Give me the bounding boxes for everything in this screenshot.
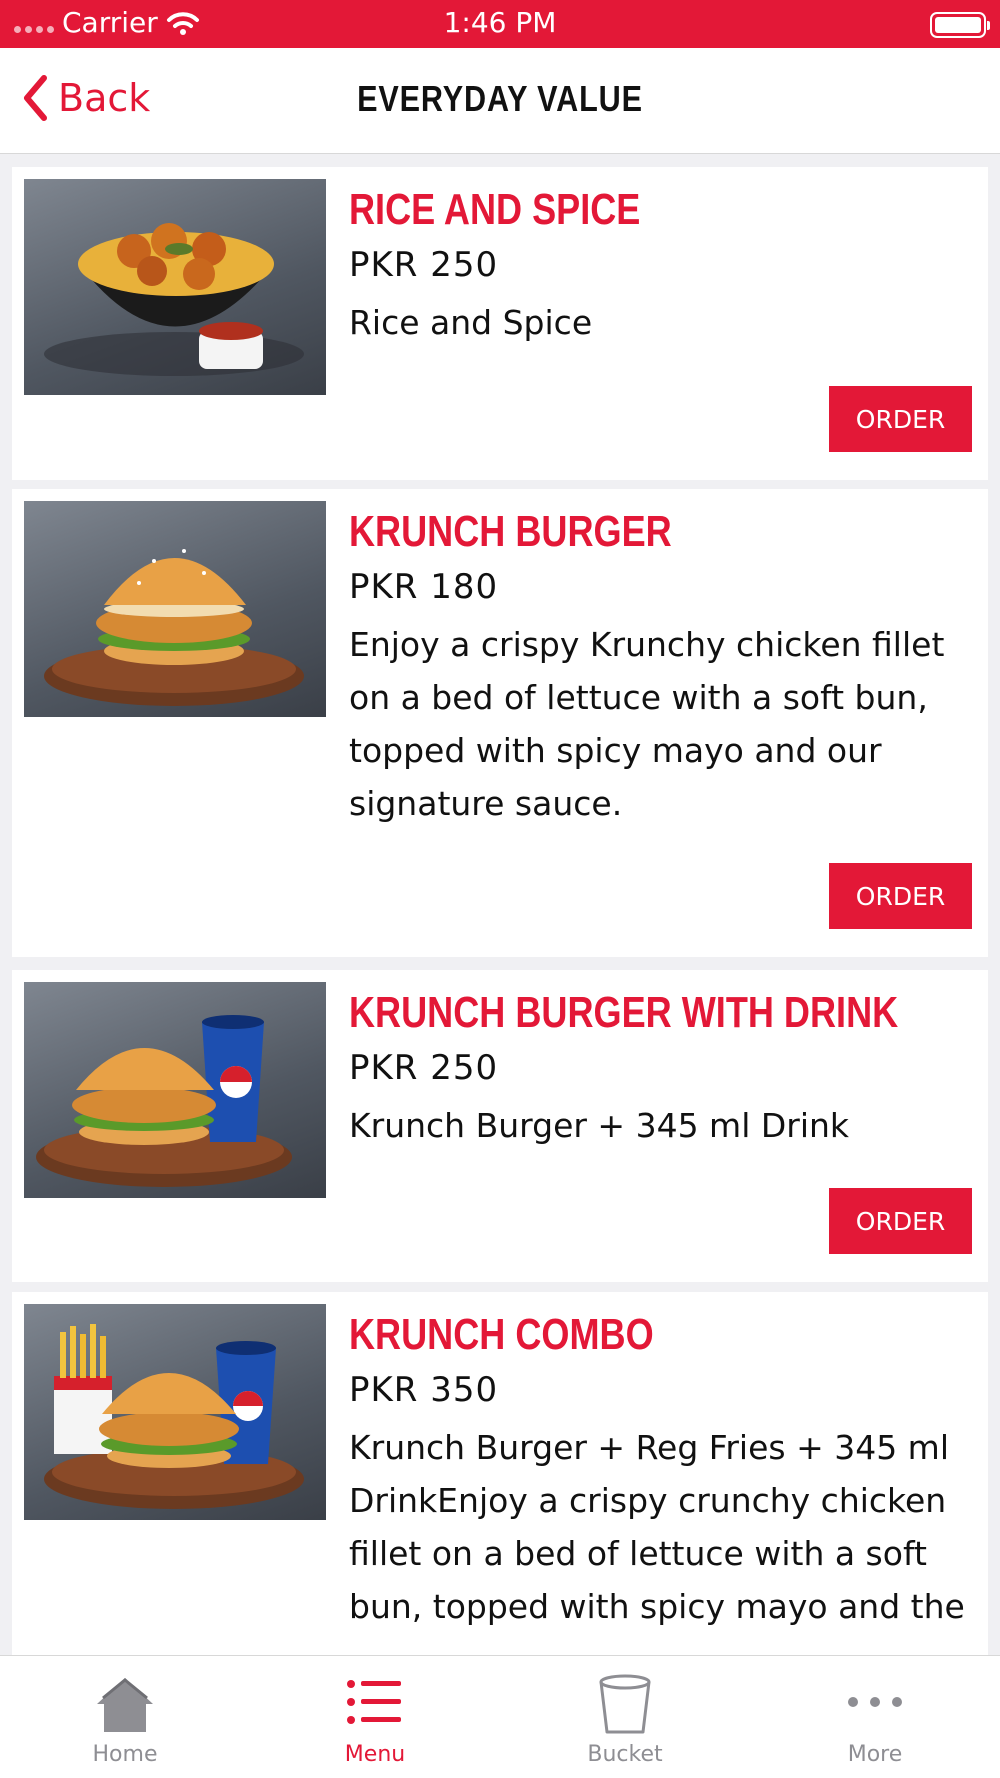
list-icon [347, 1680, 401, 1724]
menu-item-info: KRUNCH BURGER WITH DRINK PKR 250 Krunch … [349, 984, 976, 1152]
item-description: Rice and Spice [349, 303, 593, 342]
bucket-icon [599, 1674, 651, 1734]
item-price: PKR 250 [349, 245, 499, 285]
tab-label: Menu [344, 1742, 406, 1767]
item-name: KRUNCH BURGER WITH DRINK [349, 988, 899, 1037]
menu-list[interactable]: RICE AND SPICE PKR 250 Rice and Spice OR… [0, 155, 1000, 1655]
tab-label: Bucket [587, 1742, 663, 1767]
menu-item-card[interactable]: KRUNCH BURGER PKR 180 Enjoy a crispy Kru… [12, 489, 988, 957]
tab-menu[interactable]: Menu [250, 1656, 500, 1778]
house-icon [97, 1678, 153, 1732]
order-button[interactable]: ORDER [829, 386, 972, 452]
menu-item-card[interactable]: RICE AND SPICE PKR 250 Rice and Spice OR… [12, 167, 988, 480]
item-price: PKR 250 [349, 1048, 499, 1088]
order-button[interactable]: ORDER [829, 1188, 972, 1254]
battery-icon [930, 12, 990, 38]
tab-bucket[interactable]: Bucket [500, 1656, 750, 1778]
ellipsis-icon [848, 1697, 902, 1707]
status-bar: Carrier 1:46 PM [0, 0, 1000, 48]
item-description: Krunch Burger + Reg Fries + 345 ml Drink… [349, 1428, 965, 1626]
item-name: RICE AND SPICE [349, 185, 641, 234]
krunch-burger-image [24, 501, 326, 717]
burger-with-drink-image [24, 982, 326, 1198]
item-price: PKR 180 [349, 567, 499, 607]
tab-label: More [847, 1742, 903, 1767]
tab-bar: Home Menu Bucket More [0, 1655, 1000, 1778]
order-button[interactable]: ORDER [829, 863, 972, 929]
krunch-combo-image [24, 1304, 326, 1520]
menu-item-info: KRUNCH BURGER PKR 180 Enjoy a crispy Kru… [349, 503, 976, 830]
item-price: PKR 350 [349, 1370, 499, 1410]
navigation-bar: Back EVERYDAY VALUE [0, 48, 1000, 154]
chevron-left-icon [24, 75, 47, 121]
tab-home[interactable]: Home [0, 1656, 250, 1778]
menu-item-card[interactable]: KRUNCH COMBO PKR 350 Krunch Burger + Reg… [12, 1292, 988, 1655]
rice-bowl-image [24, 179, 326, 395]
item-name: KRUNCH COMBO [349, 1310, 654, 1359]
status-time: 1:46 PM [443, 6, 557, 39]
item-name: KRUNCH BURGER [349, 507, 672, 556]
menu-item-info: KRUNCH COMBO PKR 350 Krunch Burger + Reg… [349, 1306, 976, 1633]
tab-more[interactable]: More [750, 1656, 1000, 1778]
menu-item-info: RICE AND SPICE PKR 250 Rice and Spice [349, 181, 976, 349]
tab-label: Home [92, 1742, 158, 1767]
item-description: Enjoy a crispy Krunchy chicken fillet on… [349, 625, 945, 823]
menu-item-card[interactable]: KRUNCH BURGER WITH DRINK PKR 250 Krunch … [12, 970, 988, 1282]
page-title: EVERYDAY VALUE [357, 78, 643, 119]
item-description: Krunch Burger + 345 ml Drink [349, 1106, 850, 1145]
